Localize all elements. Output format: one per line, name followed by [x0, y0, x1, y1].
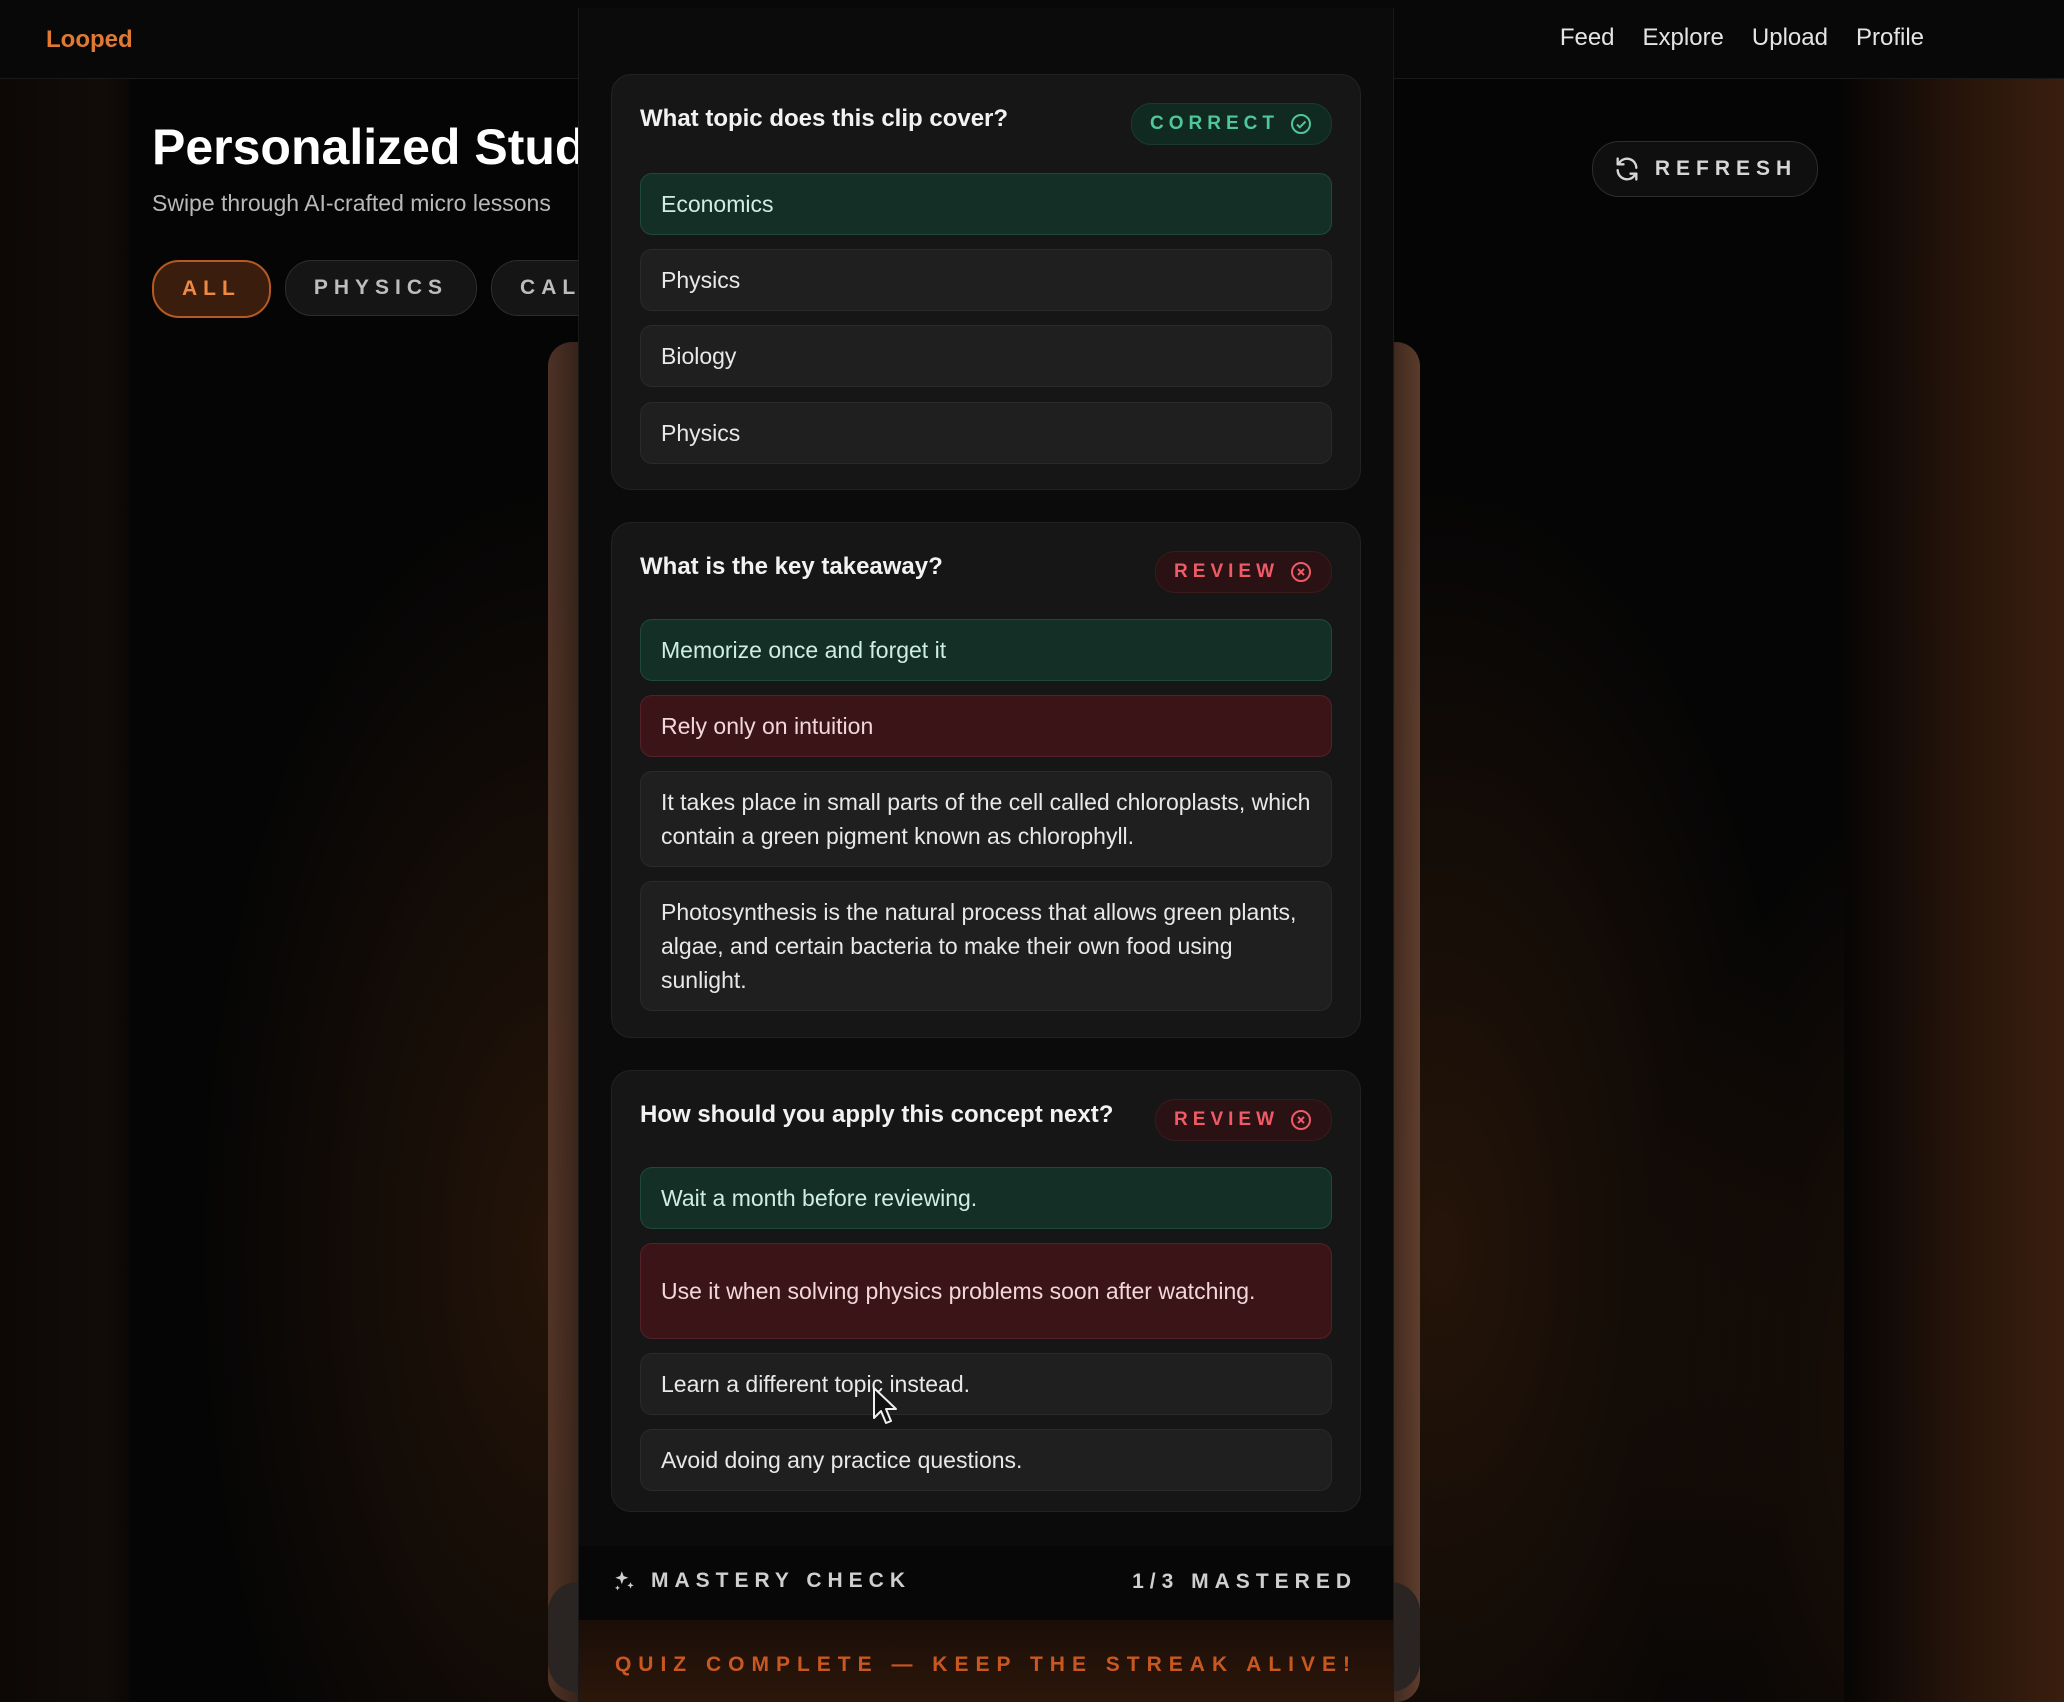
- top-nav: Feed Explore Upload Profile: [1560, 24, 1924, 52]
- answer-option[interactable]: Biology: [640, 325, 1332, 387]
- answer-option[interactable]: Rely only on intuition: [640, 695, 1332, 757]
- filter-all[interactable]: ALL: [152, 260, 271, 318]
- question-card-1: What topic does this clip cover? CORRECT…: [611, 74, 1361, 490]
- answer-option[interactable]: Memorize once and forget it: [640, 619, 1332, 681]
- refresh-icon: [1616, 157, 1638, 181]
- badge-label: CORRECT: [1150, 113, 1279, 134]
- mastery-label: MASTERY CHECK: [651, 1569, 912, 1592]
- answer-option[interactable]: Economics: [640, 173, 1332, 235]
- review-badge: REVIEW: [1155, 1099, 1332, 1141]
- nav-feed[interactable]: Feed: [1560, 24, 1615, 52]
- question-card-3: How should you apply this concept next? …: [611, 1070, 1361, 1512]
- answer-option[interactable]: It takes place in small parts of the cel…: [640, 771, 1332, 867]
- question-text: What topic does this clip cover?: [640, 105, 1009, 132]
- answer-option[interactable]: Physics: [640, 402, 1332, 464]
- nav-profile[interactable]: Profile: [1856, 24, 1924, 52]
- badge-label: REVIEW: [1174, 561, 1279, 582]
- question-card-2: What is the key takeaway? REVIEW Memoriz…: [611, 522, 1361, 1038]
- x-circle-icon: [1291, 562, 1311, 582]
- answer-option[interactable]: Learn a different topic instead.: [640, 1353, 1332, 1415]
- question-text: What is the key takeaway?: [640, 553, 943, 580]
- page-title: Personalized Study: [152, 119, 614, 175]
- nav-upload[interactable]: Upload: [1752, 24, 1828, 52]
- filter-physics[interactable]: PHYSICS: [284, 260, 478, 316]
- correct-badge: CORRECT: [1131, 103, 1332, 145]
- answer-option[interactable]: Wait a month before reviewing.: [640, 1167, 1332, 1229]
- filter-chips: ALL PHYSICS CALC: [152, 260, 632, 318]
- badge-label: REVIEW: [1174, 1109, 1279, 1130]
- answer-option[interactable]: Physics: [640, 249, 1332, 311]
- page-subtitle: Swipe through AI-crafted micro lessons: [152, 190, 551, 216]
- nav-explore[interactable]: Explore: [1643, 24, 1724, 52]
- sparkle-icon: [615, 1571, 634, 1591]
- refresh-label: REFRESH: [1654, 157, 1798, 180]
- refresh-button[interactable]: REFRESH: [1592, 141, 1818, 197]
- quiz-panel: What topic does this clip cover? CORRECT…: [578, 8, 1394, 1702]
- background-left: [0, 0, 130, 1702]
- answer-option[interactable]: Use it when solving physics problems soo…: [640, 1243, 1332, 1339]
- mastery-bar: MASTERY CHECK 1/3 MASTERED: [579, 1546, 1393, 1620]
- review-badge: REVIEW: [1155, 551, 1332, 593]
- mastery-check: MASTERY CHECK: [611, 1568, 911, 1594]
- answer-option[interactable]: Photosynthesis is the natural process th…: [640, 881, 1332, 1011]
- mouse-cursor-icon: [873, 1387, 897, 1424]
- mastery-count: 1/3 MASTERED: [1132, 1570, 1357, 1593]
- quiz-complete-banner: QUIZ COMPLETE — KEEP THE STREAK ALIVE!: [579, 1620, 1393, 1702]
- background-right: [1844, 0, 2064, 1702]
- x-circle-icon: [1291, 1110, 1311, 1130]
- question-text: How should you apply this concept next?: [640, 1101, 1114, 1128]
- check-circle-icon: [1291, 114, 1311, 134]
- brand-logo[interactable]: Looped: [46, 26, 133, 54]
- answer-option[interactable]: Avoid doing any practice questions.: [640, 1429, 1332, 1491]
